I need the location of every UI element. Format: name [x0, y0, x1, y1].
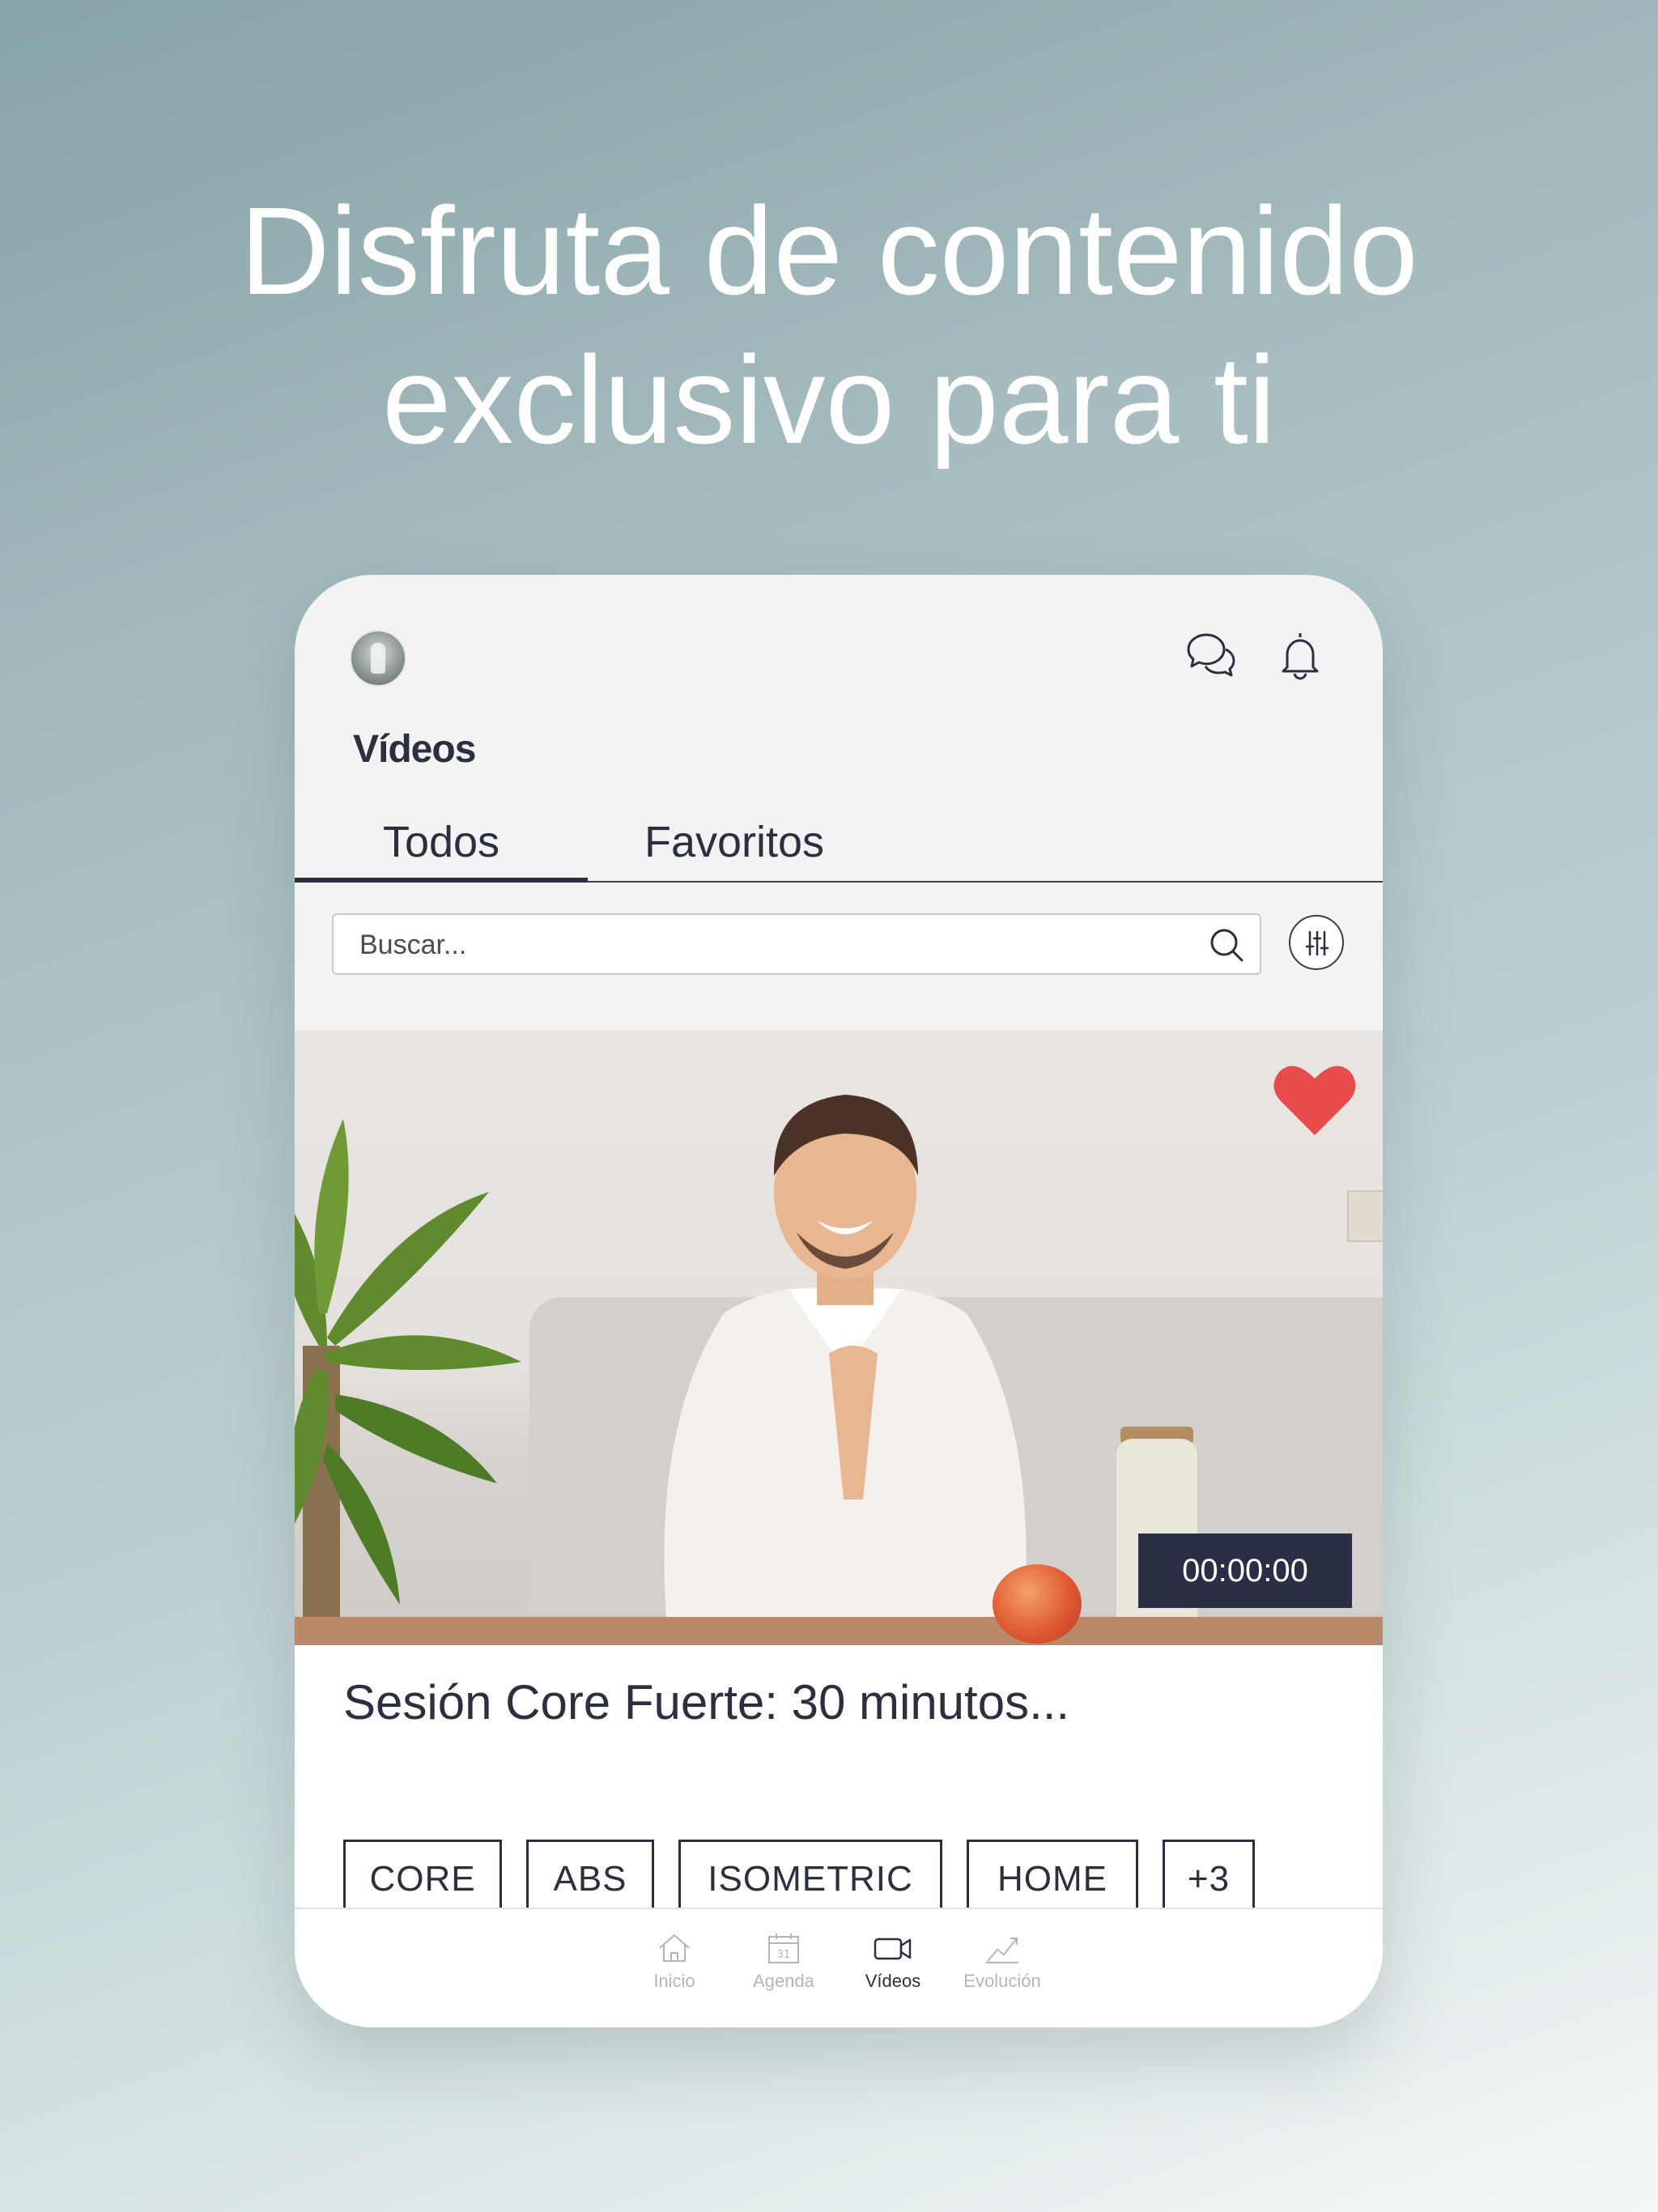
plant-image	[295, 1119, 521, 1645]
profile-avatar[interactable]	[350, 630, 406, 687]
filter-button[interactable]	[1289, 915, 1344, 970]
chat-bubbles-icon[interactable]	[1182, 627, 1240, 685]
nav-item-videos[interactable]: Vídeos	[840, 1932, 946, 1992]
page-title: Vídeos	[353, 728, 476, 771]
home-icon	[659, 1933, 690, 1962]
tag-chip[interactable]: HOME	[967, 1840, 1138, 1914]
nav-item-inicio[interactable]: Inicio	[622, 1932, 727, 1992]
tag-chip[interactable]: ISOMETRIC	[678, 1840, 942, 1914]
bell-icon[interactable]	[1271, 627, 1329, 685]
headline: Disfruta de contenido exclusivo para ti	[0, 177, 1658, 474]
search-box	[332, 913, 1261, 975]
headline-line-2: exclusivo para ti	[381, 330, 1277, 470]
svg-text:31: 31	[777, 1949, 791, 1961]
nav-item-evolucion[interactable]: Evolución	[950, 1932, 1055, 1992]
tag-more-chip[interactable]: +3	[1163, 1840, 1255, 1914]
headline-line-1: Disfruta de contenido	[240, 181, 1418, 321]
nav-label: Evolución	[963, 1971, 1041, 1991]
bottom-navigation: Inicio 31 Agenda Vídeos Evolución	[295, 1908, 1383, 2027]
nav-item-agenda[interactable]: 31 Agenda	[731, 1932, 836, 1992]
tab-todos[interactable]: Todos	[295, 808, 588, 883]
app-device-frame: Vídeos Todos Favoritos Buscar... 00:00:0…	[295, 575, 1383, 2027]
search-input[interactable]	[358, 923, 1171, 967]
nav-label: Agenda	[753, 1971, 814, 1991]
top-bar	[295, 575, 1383, 687]
sliders-icon	[1305, 930, 1329, 956]
instructor-image	[664, 1095, 1027, 1629]
favorite-heart-icon[interactable]	[1271, 1061, 1358, 1140]
tab-bar: Todos Favoritos	[295, 808, 1383, 883]
trend-chart-icon	[986, 1938, 1018, 1963]
video-title[interactable]: Sesión Core Fuerte: 30 minutos...	[343, 1674, 1069, 1730]
tag-chip[interactable]: ABS	[526, 1840, 654, 1914]
tag-chip[interactable]: CORE	[343, 1840, 502, 1914]
calendar-icon: 31	[768, 1933, 799, 1963]
video-thumbnail[interactable]: 00:00:00	[295, 1030, 1383, 1645]
nav-label: Vídeos	[865, 1971, 921, 1991]
video-card[interactable]: 00:00:00 Sesión Core Fuerte: 30 minutos.…	[295, 1030, 1383, 2027]
duration-badge: 00:00:00	[1138, 1534, 1352, 1608]
nav-label: Inicio	[653, 1971, 695, 1991]
tab-favoritos[interactable]: Favoritos	[588, 808, 881, 881]
video-camera-icon	[874, 1938, 912, 1960]
search-icon[interactable]	[1208, 926, 1245, 963]
